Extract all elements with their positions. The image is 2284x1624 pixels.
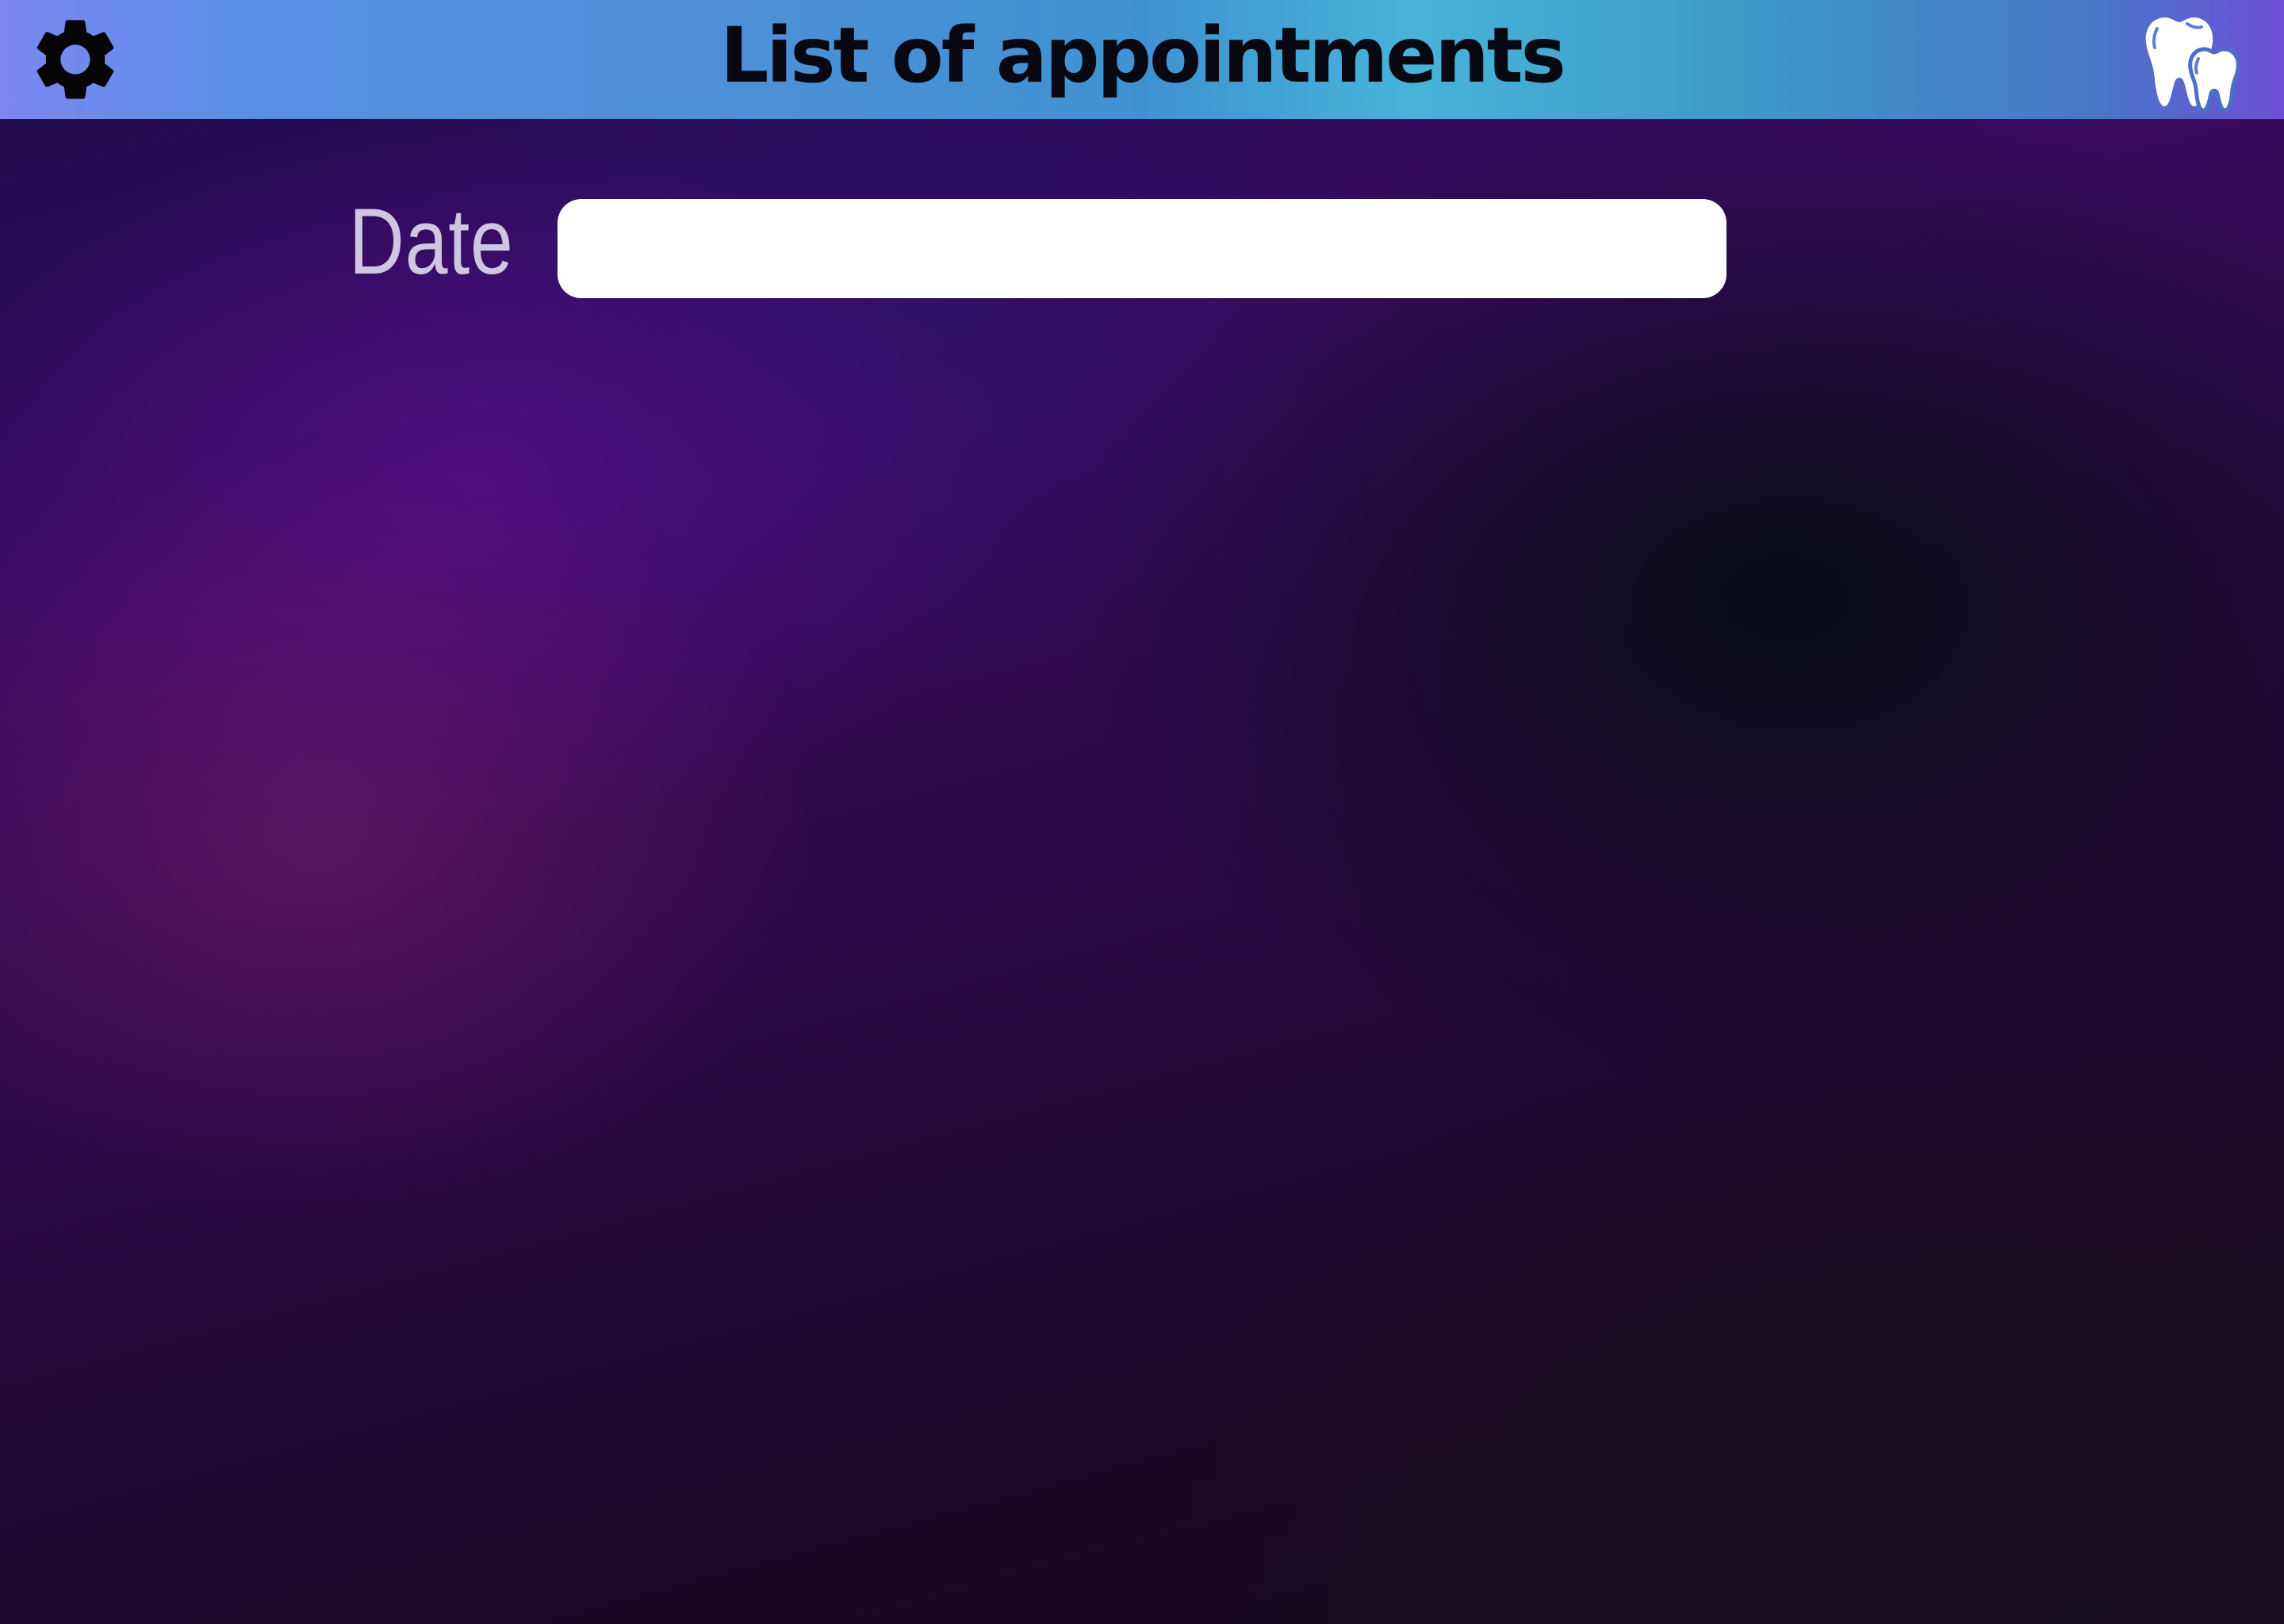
gear-icon bbox=[36, 20, 114, 99]
header-bar: List of appointments bbox=[0, 0, 2284, 119]
page-title: List of appointments bbox=[720, 11, 1566, 100]
date-label: Date bbox=[349, 190, 514, 294]
date-input[interactable] bbox=[558, 199, 1726, 298]
teeth-icon bbox=[2145, 17, 2240, 113]
settings-button[interactable] bbox=[24, 8, 127, 111]
teeth-logo bbox=[2141, 10, 2249, 113]
